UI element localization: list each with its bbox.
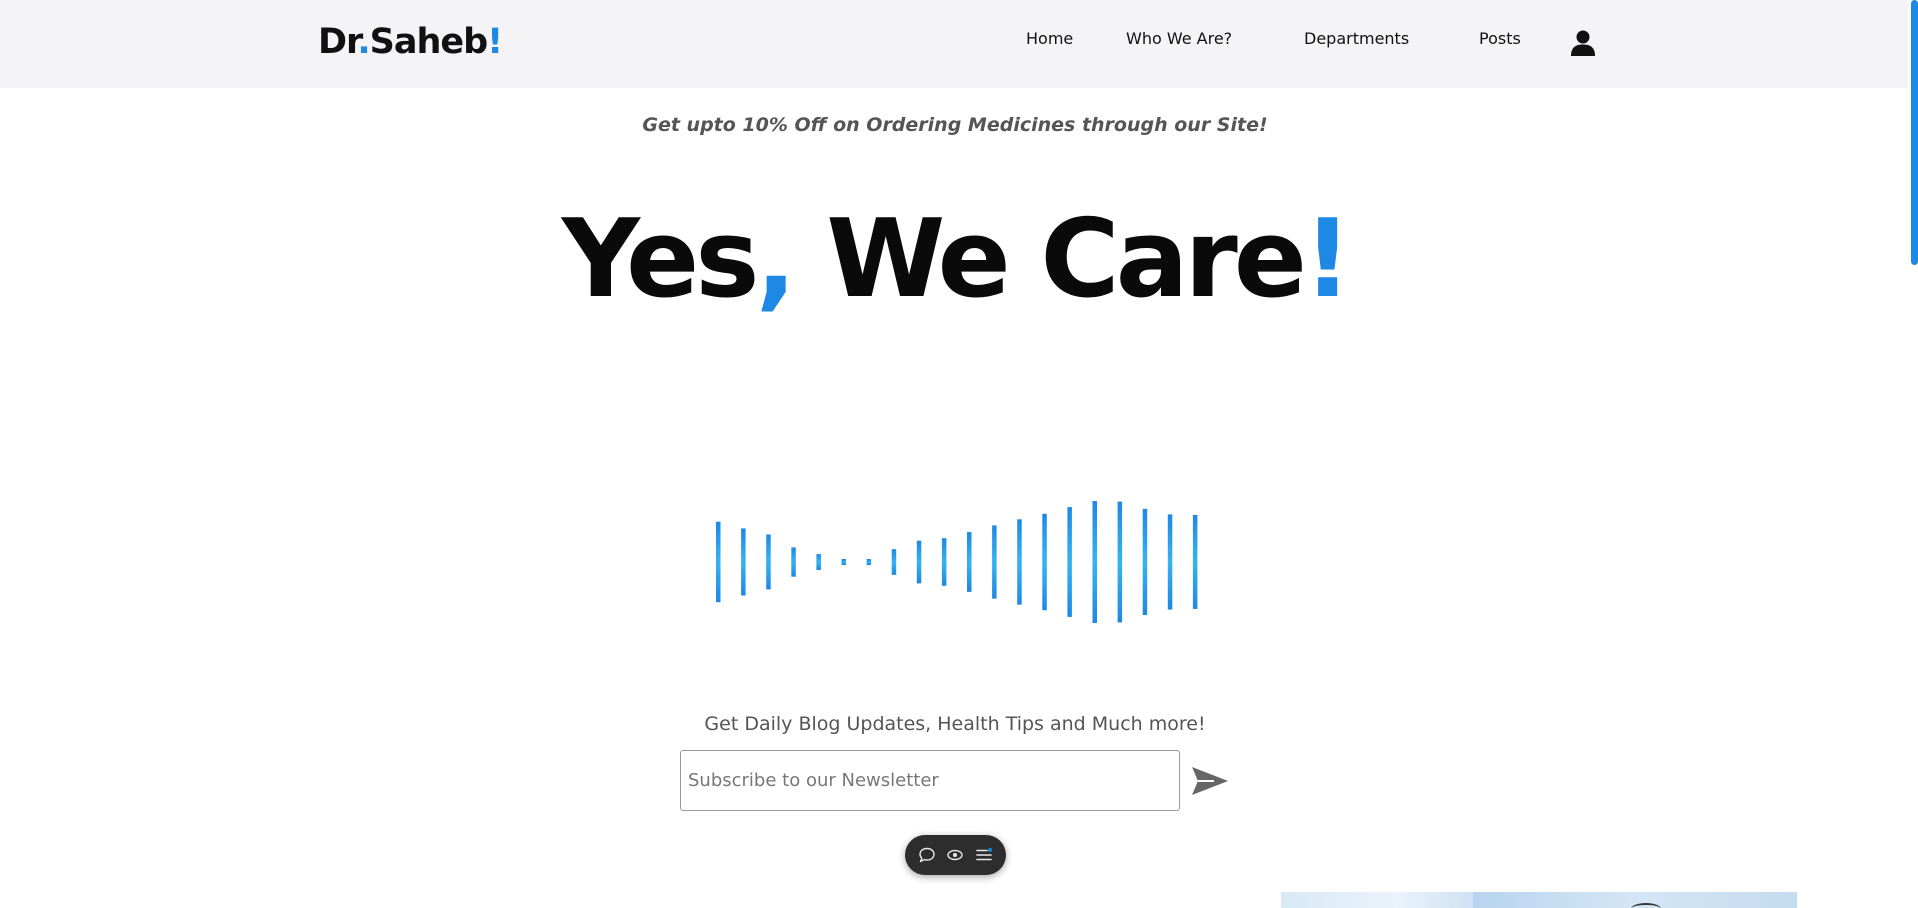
wave-bar xyxy=(891,549,897,575)
comment-icon[interactable] xyxy=(916,844,938,866)
logo-part1: Dr xyxy=(318,22,358,62)
newsletter-input[interactable] xyxy=(680,750,1180,811)
floating-toolbar xyxy=(905,835,1006,875)
hero-bang: ! xyxy=(1302,197,1352,322)
wave-bar xyxy=(841,559,846,566)
hero-title: Yes, We Care! xyxy=(0,190,1910,330)
site-logo[interactable]: Dr.Saheb! xyxy=(318,20,503,64)
wave-bar xyxy=(816,554,821,570)
newsletter-label: Get Daily Blog Updates, Health Tips and … xyxy=(704,713,1206,735)
hero-part2: We Care xyxy=(792,197,1307,322)
wave-bar xyxy=(916,540,922,584)
site-header: Dr.Saheb! Home Who We Are? Departments P… xyxy=(0,0,1918,88)
wave-bar xyxy=(1167,514,1173,610)
send-icon xyxy=(1192,767,1228,795)
wave-bar xyxy=(1192,515,1198,609)
sound-wave-graphic xyxy=(716,501,1198,623)
wave-bar xyxy=(741,528,746,596)
hero-part1: Yes xyxy=(561,197,760,322)
logo-bang: ! xyxy=(487,22,503,62)
wave-bar xyxy=(866,559,872,566)
wave-bar xyxy=(766,534,771,590)
nav-item-who-we-are[interactable]: Who We Are? xyxy=(1126,29,1232,48)
wave-bar xyxy=(1017,519,1022,605)
nav-item-departments[interactable]: Departments xyxy=(1304,29,1409,48)
wave-bar xyxy=(716,521,721,603)
logo-dot: . xyxy=(357,22,370,62)
logo-part2: Saheb xyxy=(369,22,489,62)
wave-bar xyxy=(941,538,947,586)
nav-item-posts[interactable]: Posts xyxy=(1479,29,1521,48)
eye-icon[interactable] xyxy=(944,844,966,866)
user-icon[interactable] xyxy=(1571,30,1595,56)
featured-image-2[interactable] xyxy=(1473,892,1797,908)
menu-icon[interactable] xyxy=(973,844,995,866)
promo-banner: Get upto 10% Off on Ordering Medicines t… xyxy=(642,114,1268,136)
nav-item-home[interactable]: Home xyxy=(1026,29,1073,48)
wave-bar xyxy=(1067,507,1072,617)
scrollbar-thumb[interactable] xyxy=(1911,0,1918,265)
page: Dr.Saheb! Home Who We Are? Departments P… xyxy=(0,0,1918,908)
wave-bar xyxy=(992,525,997,599)
send-button[interactable] xyxy=(1190,764,1230,798)
featured-image-1[interactable] xyxy=(1281,892,1473,908)
wave-bar xyxy=(967,532,972,592)
wave-bar xyxy=(791,547,796,577)
wave-bar xyxy=(1117,501,1123,623)
hero-comma: , xyxy=(755,197,797,322)
wave-bar xyxy=(1142,508,1148,615)
wave-bar xyxy=(1042,513,1047,611)
image-detail xyxy=(1631,903,1661,908)
wave-bar xyxy=(1092,501,1097,623)
